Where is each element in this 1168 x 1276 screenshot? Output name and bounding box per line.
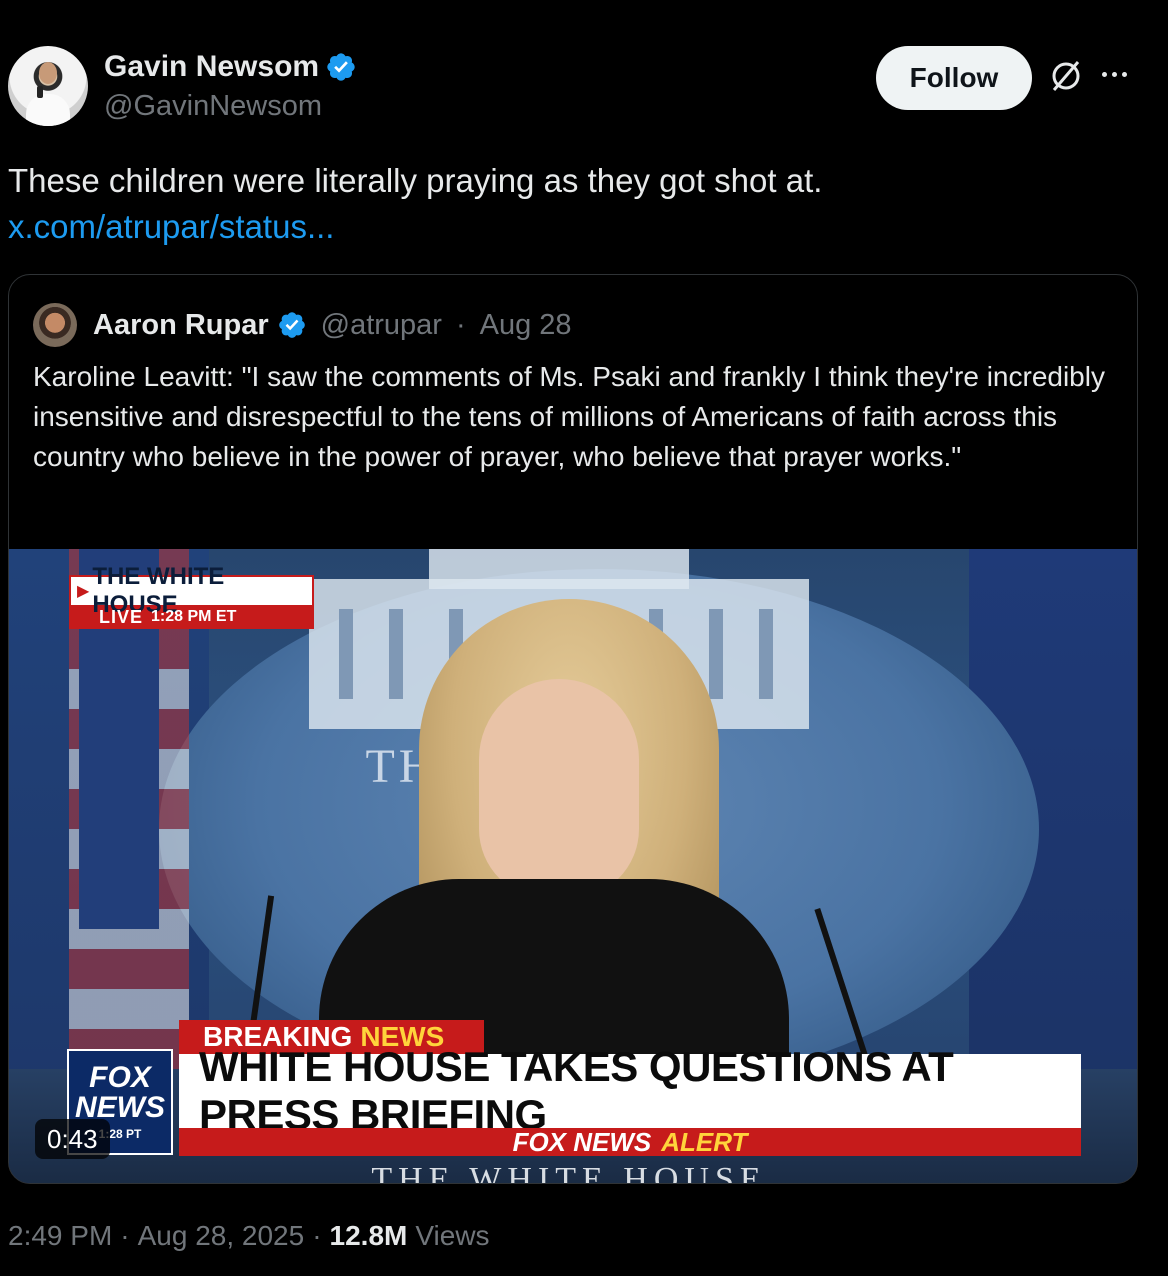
quote-author-handle[interactable]: @atrupar <box>321 309 442 342</box>
author-display-name[interactable]: Gavin Newsom <box>104 50 319 84</box>
views-count: 12.8M <box>329 1220 408 1251</box>
grok-icon[interactable] <box>1048 58 1084 94</box>
play-triangle-icon: ▶ <box>77 583 90 600</box>
quoted-tweet[interactable]: Aaron Rupar @atrupar · Aug 28 Karoline L… <box>8 274 1138 1184</box>
video-player[interactable]: THE WH USE ▶THE WHITE HOUSE LIVE1:28 PM … <box>9 549 1137 1184</box>
live-time: 1:28 PM ET <box>151 608 237 625</box>
alert-bar: FOX NEWS ALERT <box>179 1127 1081 1157</box>
author-avatar[interactable] <box>8 46 88 126</box>
post-time[interactable]: 2:49 PM <box>8 1220 112 1252</box>
follow-button[interactable]: Follow <box>876 46 1032 110</box>
podium-text: THE WHITE HOUSE <box>371 1161 767 1184</box>
quote-separator: · <box>455 308 466 341</box>
verified-badge-icon <box>278 312 305 338</box>
quote-author-avatar[interactable] <box>33 303 77 347</box>
quote-author-name[interactable]: Aaron Rupar <box>93 309 269 342</box>
author-handle[interactable]: @GavinNewsom <box>104 90 322 123</box>
quote-text: Karoline Leavitt: "I saw the comments of… <box>33 361 1105 472</box>
views-label: Views <box>415 1220 490 1251</box>
post-date[interactable]: Aug 28, 2025 <box>138 1220 305 1252</box>
author-name-row[interactable]: Gavin Newsom <box>104 50 357 84</box>
quote-date[interactable]: Aug 28 <box>480 309 572 342</box>
verified-badge-icon <box>327 53 355 81</box>
quote-header: Aaron Rupar @atrupar · Aug 28 <box>33 303 572 347</box>
location-tag: ▶ THE WHITE HOUSE LIVE 1:28 PM ET <box>69 563 314 629</box>
tweet-header: Gavin Newsom @GavinNewsom Follow <box>8 44 1158 128</box>
tweet-footer: 2:49 PM · Aug 28, 2025 · 12.8M Views <box>8 1220 490 1252</box>
tweet-text: These children were literally praying as… <box>8 162 823 199</box>
video-duration: 0:43 <box>35 1119 110 1159</box>
tweet-link[interactable]: x.com/atrupar/status... <box>8 204 334 250</box>
more-icon[interactable] <box>1102 66 1138 82</box>
live-label: LIVE <box>99 606 144 627</box>
news-headline: WHITE HOUSE TAKES QUESTIONS AT PRESS BRI… <box>179 1043 1081 1138</box>
